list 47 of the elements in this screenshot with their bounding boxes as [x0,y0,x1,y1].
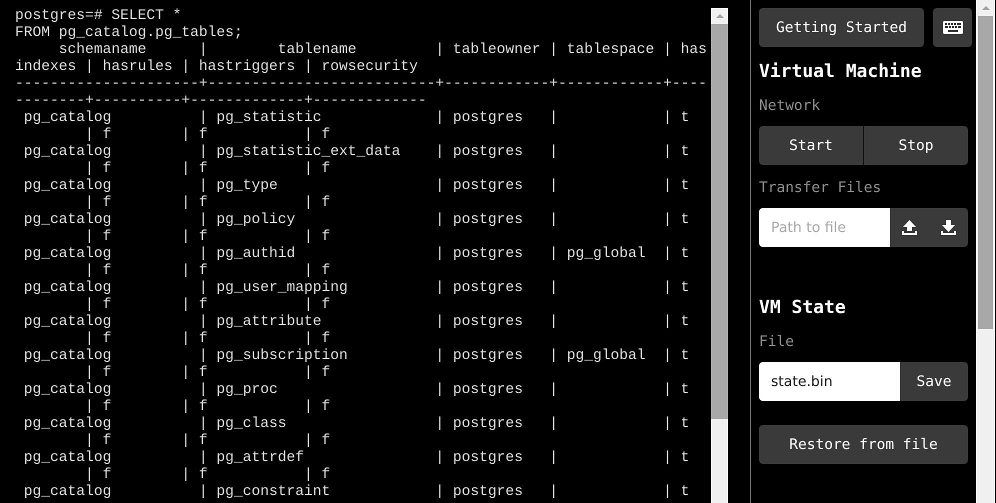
field-label: Network [759,97,822,115]
getting-started-button[interactable]: Getting Started [759,8,924,47]
terminal-line: pg_catalog | pg_statistic_ext_data | postgres | | t [22,144,690,161]
network-button[interactable]: Start [759,126,864,165]
terminal-line: | f | f | f [84,365,330,382]
terminal-line: schemaname | tablename | tableowner | tablespace | has [58,42,707,59]
network-button[interactable]: Stop [864,126,968,165]
terminal-line: pg_catalog | pg_class | postgres | | t [22,416,690,433]
terminal-line: | f | f | f [84,161,330,178]
file-name-input[interactable]: state.bin [759,362,900,401]
terminal-line: pg_catalog | pg_policy | postgres | | t [22,212,690,229]
terminal-line: | f | f | f [84,127,330,144]
terminal-line: pg_catalog | pg_subscription | postgres | pg_global | t [22,348,690,365]
terminal-line: postgres=# SELECT * [15,8,182,25]
terminal-line: pg_catalog | pg_authid | postgres | pg_global | t [22,246,690,263]
terminal-line: pg_catalog | pg_attribute | postgres | | t [22,314,690,331]
terminal-line: | f | f | f [84,229,330,246]
terminal-line: | f | f | f [84,195,330,212]
terminal-line: --------+----------+-------------+------------- [15,93,427,110]
terminal-line: | f | f | f [84,297,330,314]
terminal-line: pg_catalog | pg_proc | postgres | | t [22,382,690,399]
terminal-line: | f | f | f [84,331,330,348]
terminal-line: pg_catalog | pg_statistic | postgres | | t [22,110,690,127]
field-label: Transfer Files [759,179,882,197]
download-icon [940,219,957,236]
scrollbar[interactable] [976,0,995,503]
keyboard-button[interactable] [933,8,972,47]
field-label: File [759,333,795,351]
save-button[interactable]: Save [900,362,968,401]
section-heading: Virtual Machine [759,61,923,83]
restore-button[interactable]: Restore from file [759,425,968,464]
scrollbar[interactable] [711,8,728,503]
upload-icon [901,219,918,236]
terminal-line: | f | f | f [84,433,330,450]
terminal-line: FROM pg_catalog.pg_tables; [15,25,243,42]
terminal-line: pg_catalog | pg_user_mapping | postgres | | t [22,280,690,297]
terminal-line: pg_catalog | pg_constraint | postgres | | t [22,484,690,501]
terminal-line: indexes | hasrules | hastriggers | rowsecurity [15,59,418,76]
section-heading: VM State [759,297,847,319]
terminal-line: | f | f | f [84,263,330,280]
keyboard-icon [942,21,962,34]
path-input[interactable]: Path to file [759,208,890,247]
terminal-line: pg_catalog | pg_type | postgres | | t [22,178,690,195]
terminal-line: | f | f | f [84,399,330,416]
terminal-line: | f | f | f [84,467,330,484]
terminal-line: ---------------------+--------------------------+------------+------------+---- [15,76,707,93]
terminal-line: pg_catalog | pg_attrdef | postgres | | t [22,450,690,467]
